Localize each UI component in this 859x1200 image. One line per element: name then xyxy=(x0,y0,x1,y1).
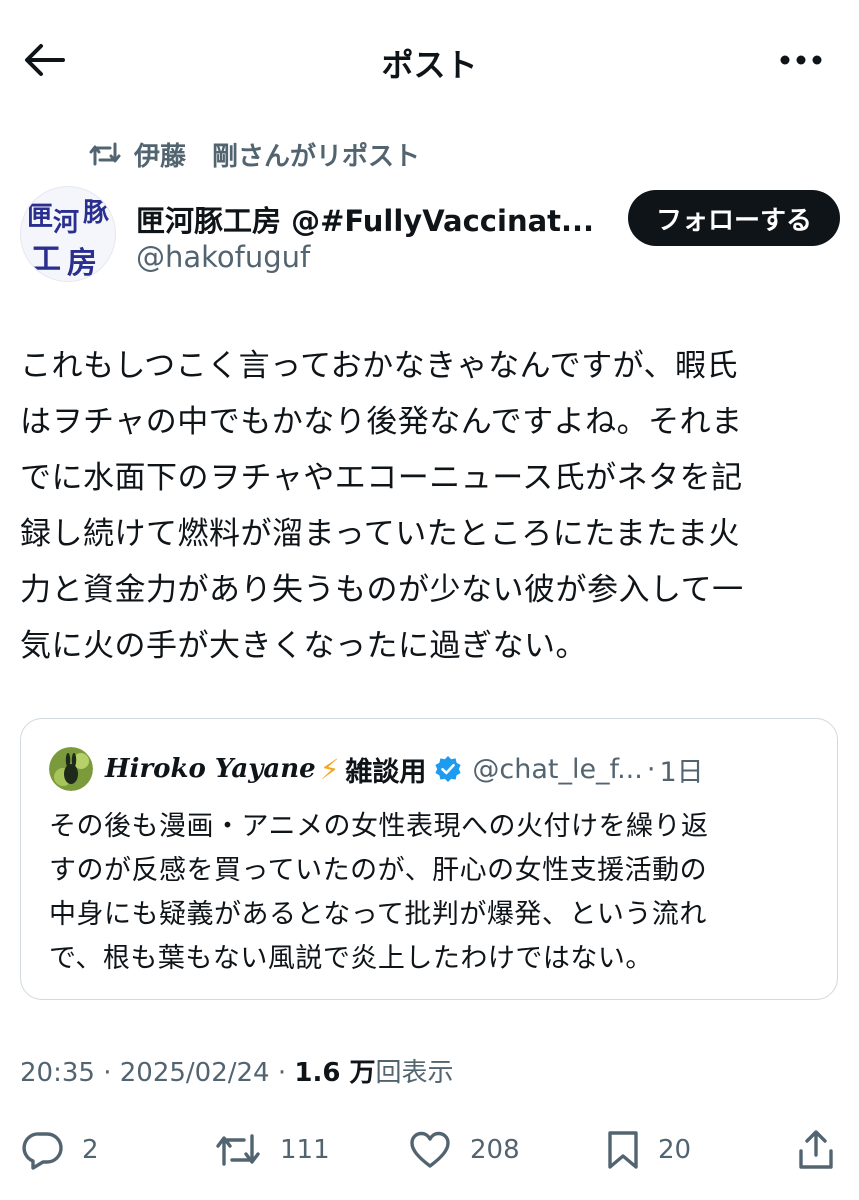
like-button[interactable]: 208 xyxy=(408,1126,520,1174)
more-options-button[interactable] xyxy=(777,40,825,80)
repost-icon xyxy=(89,142,121,166)
author-row: 匣 河 豚 工 房 匣河豚工房 @#FullyVaccinat... @hako… xyxy=(20,186,840,286)
verified-badge-icon xyxy=(434,755,462,783)
user-handle[interactable]: @hakofuguf xyxy=(136,240,310,274)
quoted-display-name: Hiroko Yayane xyxy=(105,754,316,784)
post-line: 気に火の手が大きくなったに過ぎない。 xyxy=(20,628,587,664)
more-icon xyxy=(780,55,822,65)
avatar-char: 工 xyxy=(31,242,61,277)
share-icon xyxy=(799,1130,833,1169)
share-button[interactable] xyxy=(796,1126,836,1174)
action-bar: 2 111 208 20 xyxy=(0,1110,859,1190)
top-bar: ポスト xyxy=(0,0,859,120)
repost-count: 111 xyxy=(280,1135,330,1165)
avatar-logo: 匣 河 豚 工 房 xyxy=(27,198,109,281)
post-meta: 20:35 · 2025/02/24 · 1.6 万回表示 xyxy=(20,1052,454,1089)
reply-icon xyxy=(22,1132,63,1170)
lightning-icon: ⚡ xyxy=(319,752,340,786)
quoted-display-name-suffix: 雑談用 xyxy=(345,756,427,788)
repost-icon xyxy=(216,1134,260,1166)
avatar-char: 河 xyxy=(53,208,79,238)
meta-separator: · xyxy=(94,1058,120,1088)
reply-button[interactable]: 2 xyxy=(22,1126,99,1174)
post-time[interactable]: 20:35 xyxy=(20,1058,95,1088)
quote-line: すのが反感を買っていたのが、肝心の女性支援活動の xyxy=(49,855,708,886)
display-name[interactable]: 匣河豚工房 @#FullyVaccinat... xyxy=(136,198,596,240)
heart-icon xyxy=(410,1131,450,1168)
post-text: これもしつこく言っておかなきゃなんですが、暇氏 はヲチャの中でもかなり後発なんで… xyxy=(20,338,832,674)
post-line: はヲチャの中でもかなり後発なんですよね。それま xyxy=(20,404,743,440)
bookmark-count: 20 xyxy=(658,1135,692,1165)
quoted-avatar xyxy=(49,747,93,791)
views-count: 1.6 万 xyxy=(294,1058,376,1088)
post-date[interactable]: 2025/02/24 xyxy=(120,1058,270,1088)
like-count: 208 xyxy=(470,1135,520,1165)
post-line: 録し続けて燃料が溜まっていたところにたまたま火 xyxy=(20,516,740,552)
quote-line: その後も漫画・アニメの女性表現への火付けを繰り返 xyxy=(49,811,709,842)
post-line: これもしつこく言っておかなきゃなんですが、暇氏 xyxy=(20,348,738,384)
meta-separator: · xyxy=(269,1058,295,1088)
quote-line: で、根も葉もない風説で炎上したわけではない。 xyxy=(49,943,653,974)
repost-indicator[interactable]: 伊藤 剛さんがリポスト xyxy=(88,134,420,174)
quoted-time: 1日 xyxy=(659,756,704,788)
avatar-char: 匣 xyxy=(27,202,53,232)
avatar-char: 豚 xyxy=(83,198,109,228)
quoted-post[interactable]: Hiroko Yayane ⚡ 雑談用 @chat_le_f... · 1日 そ… xyxy=(20,718,838,1000)
follow-button[interactable]: フォローする xyxy=(627,190,840,246)
quoted-post-header: Hiroko Yayane ⚡ 雑談用 @chat_le_f... · 1日 xyxy=(49,747,704,791)
quote-line: 中身にも疑義があるとなって批判が爆発、という流れ xyxy=(49,899,707,930)
bookmark-icon xyxy=(608,1131,638,1169)
avatar[interactable]: 匣 河 豚 工 房 xyxy=(20,186,116,282)
quoted-separator: · xyxy=(646,753,656,785)
quoted-handle: @chat_le_f... xyxy=(472,753,643,785)
page-title: ポスト xyxy=(381,46,478,84)
avatar-char: 房 xyxy=(67,246,97,281)
post-line: でに水面下のヲチャやエコーニュース氏がネタを記 xyxy=(20,460,743,496)
repost-text: 伊藤 剛さんがリポスト xyxy=(134,141,421,172)
quoted-post-text: その後も漫画・アニメの女性表現への火付けを繰り返 すのが反感を買っていたのが、肝… xyxy=(49,805,815,981)
views-label: 回表示 xyxy=(375,1058,454,1088)
repost-button[interactable]: 111 xyxy=(214,1126,330,1174)
post-line: 力と資金力があり失うものが少ない彼が参入して一 xyxy=(20,572,744,608)
bookmark-button[interactable]: 20 xyxy=(606,1126,691,1174)
reply-count: 2 xyxy=(82,1135,99,1165)
